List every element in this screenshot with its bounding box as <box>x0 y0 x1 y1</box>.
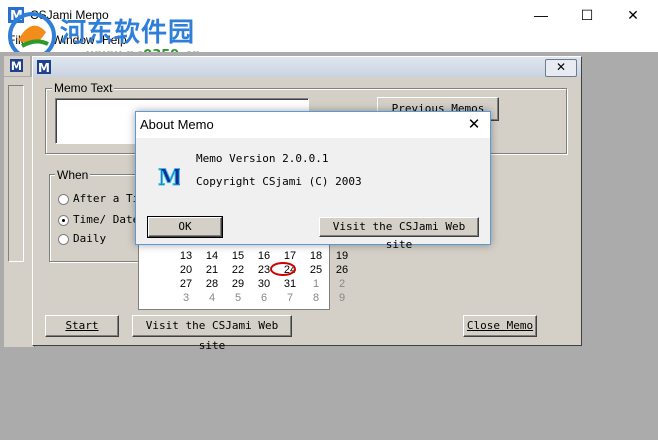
when-label: When <box>55 168 91 182</box>
calendar-day[interactable]: 29 <box>225 278 251 290</box>
about-copyright: Copyright CSjami (C) 2003 <box>196 175 362 188</box>
radio-time-date-label: Time/ Date <box>73 213 137 226</box>
calendar-day[interactable]: 18 <box>303 250 329 262</box>
radio-daily[interactable] <box>58 234 69 245</box>
start-button[interactable]: Start <box>45 315 119 337</box>
about-close-button[interactable]: ✕ <box>460 114 488 136</box>
radio-after-a-time-label: After a Time <box>73 192 137 205</box>
close-button[interactable]: ✕ <box>610 0 656 30</box>
child-window-icon: M <box>10 59 23 72</box>
calendar-day[interactable]: 8 <box>303 292 329 304</box>
memo-title-bar <box>33 57 581 77</box>
calendar-day[interactable]: 14 <box>199 250 225 262</box>
maximize-button[interactable]: ☐ <box>564 0 610 30</box>
menu-file[interactable]: File <box>8 33 27 47</box>
calendar-day[interactable]: 30 <box>251 278 277 290</box>
calendar-day[interactable]: 20 <box>173 264 199 276</box>
memo-logo-icon: M <box>158 165 180 189</box>
svg-text:M: M <box>10 9 23 23</box>
menu-bar <box>0 30 658 52</box>
calendar-day[interactable]: 28 <box>199 278 225 290</box>
calendar-day[interactable]: 27 <box>173 278 199 290</box>
calendar-day[interactable]: 3 <box>173 292 199 304</box>
close-memo-button-label: Close Memo <box>466 319 534 332</box>
memo-app-icon[interactable]: M <box>8 7 24 23</box>
memo-close-button[interactable]: ✕ <box>545 59 577 77</box>
calendar-day[interactable]: 6 <box>251 292 277 304</box>
calendar-day[interactable]: 19 <box>329 250 355 262</box>
svg-text:M: M <box>158 165 180 188</box>
minimize-button[interactable]: — <box>518 0 564 30</box>
calendar-day[interactable]: 16 <box>251 250 277 262</box>
calendar-day[interactable]: 17 <box>277 250 303 262</box>
calendar-day[interactable]: 5 <box>225 292 251 304</box>
radio-time-date[interactable] <box>58 215 69 226</box>
mdi-child-tab[interactable]: M <box>4 56 30 76</box>
about-visit-website-button[interactable]: Visit the CSJami Web site <box>319 217 479 251</box>
calendar-day[interactable]: 31 <box>277 278 303 290</box>
radio-daily-label: Daily <box>73 232 107 245</box>
calendar-day[interactable]: 26 <box>329 264 355 276</box>
calendar-day[interactable]: 7 <box>277 292 303 304</box>
calendar-day[interactable]: 21 <box>199 264 225 276</box>
calendar-day[interactable]: 25 <box>303 264 329 276</box>
calendar-day[interactable]: 22 <box>225 264 251 276</box>
start-button-label: Start <box>65 319 99 332</box>
svg-text:M: M <box>11 60 22 72</box>
memo-window-icon[interactable]: M <box>37 60 51 74</box>
calendar-day[interactable]: 2 <box>329 278 355 290</box>
about-version: Memo Version 2.0.0.1 <box>196 152 329 165</box>
menu-help[interactable]: Help <box>102 33 127 47</box>
background-child-frame <box>8 85 24 262</box>
app-title: CSJami Memo <box>30 8 109 22</box>
calendar-day[interactable]: 13 <box>173 250 199 262</box>
calendar-day[interactable]: 4 <box>199 292 225 304</box>
radio-after-a-time[interactable] <box>58 194 69 205</box>
today-marker <box>270 262 296 276</box>
visit-website-button[interactable]: Visit the CSJami Web site <box>132 315 292 352</box>
close-memo-button[interactable]: Close Memo <box>463 315 537 337</box>
calendar-day[interactable]: 15 <box>225 250 251 262</box>
menu-window[interactable]: Window <box>52 33 95 47</box>
calendar-day[interactable]: 9 <box>329 292 355 304</box>
about-ok-button[interactable]: OK <box>147 216 223 238</box>
about-dialog: About Memo ✕ M Memo Version 2.0.0.1 Copy… <box>135 111 491 251</box>
memo-text-label: Memo Text <box>52 81 115 95</box>
about-title: About Memo <box>140 117 214 132</box>
calendar-day[interactable]: 1 <box>303 278 329 290</box>
svg-text:M: M <box>38 61 50 74</box>
